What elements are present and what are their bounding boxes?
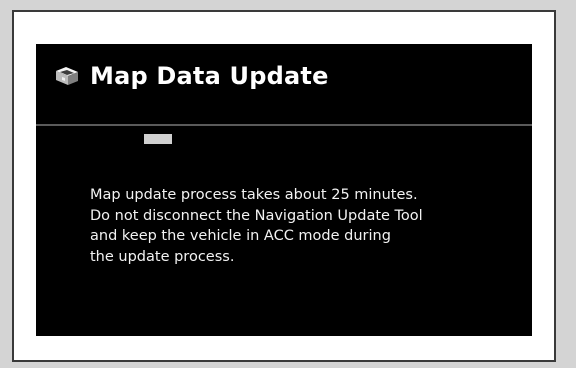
dialog-header: Map Data Update <box>54 58 329 94</box>
map-update-screen: Map Data Update Map update process takes… <box>36 44 532 336</box>
header-divider <box>36 124 532 126</box>
dialog-title: Map Data Update <box>90 62 329 90</box>
message-line: Do not disconnect the Navigation Update … <box>90 207 423 224</box>
message-line: the update process. <box>90 248 235 265</box>
message-line: and keep the vehicle in ACC mode during <box>90 228 391 244</box>
progress-indicator <box>144 134 172 144</box>
message-line: Map update process takes about 25 minute… <box>90 187 418 203</box>
photo-frame: Map Data Update Map update process takes… <box>12 10 556 362</box>
update-message: Map update process takes about 25 minute… <box>90 185 520 267</box>
map-update-icon <box>54 64 80 88</box>
page: Map Data Update Map update process takes… <box>0 0 576 368</box>
